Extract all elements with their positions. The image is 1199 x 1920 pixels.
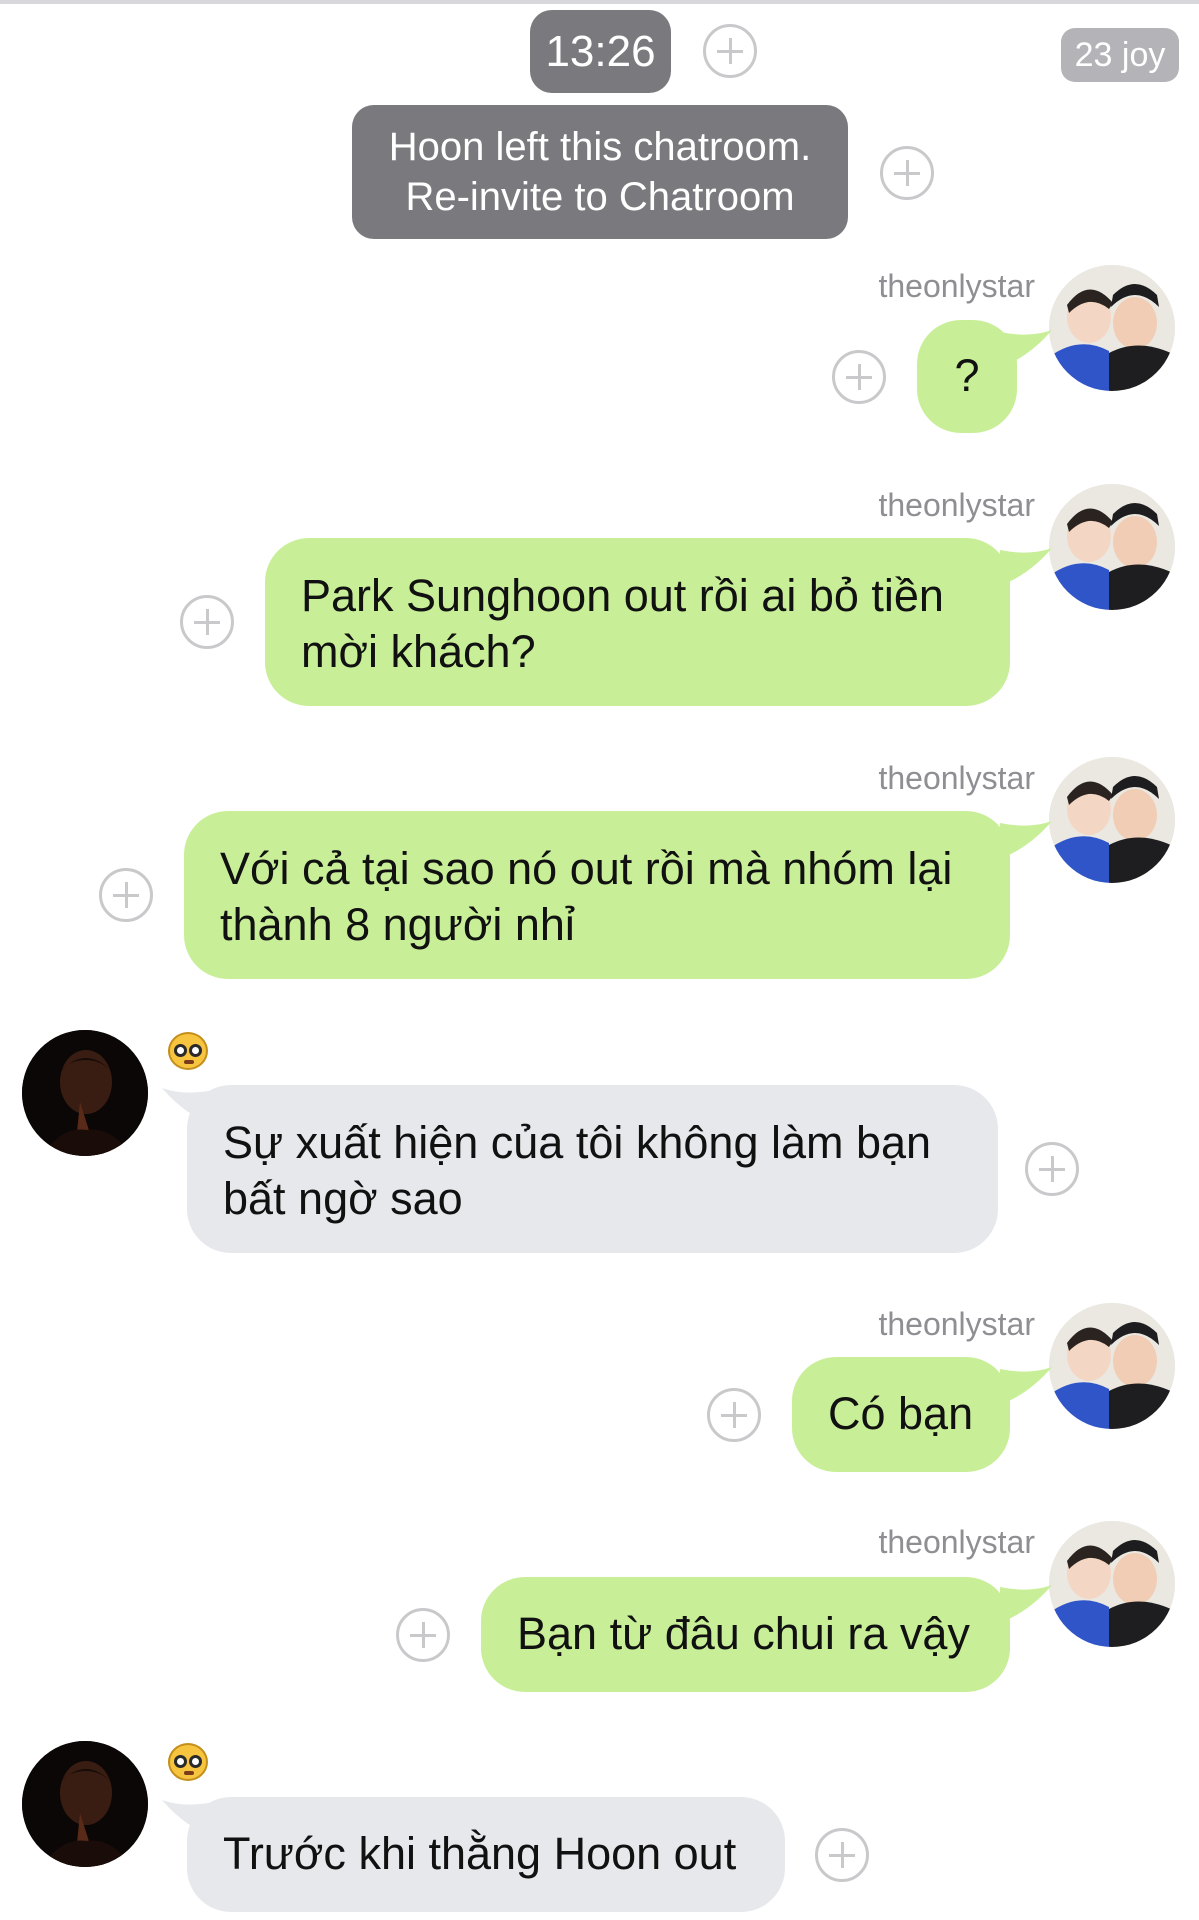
system-message[interactable]: Hoon left this chatroom. Re-invite to Ch…	[352, 105, 848, 239]
nerd-face-emoji-icon	[168, 1032, 208, 1070]
plus-circle-icon[interactable]	[707, 1388, 761, 1442]
sender-name: theonlystar	[878, 487, 1035, 523]
message-bubble[interactable]: Có bạn	[792, 1357, 1010, 1472]
system-message-line1: Hoon left this chatroom.	[388, 125, 812, 169]
time-pill: 13:26	[530, 10, 671, 93]
message-bubble[interactable]: Với cả tại sao nó out rồi mà nhóm lại th…	[184, 811, 1010, 979]
plus-circle-icon[interactable]	[396, 1608, 450, 1662]
plus-circle-icon[interactable]	[832, 350, 886, 404]
plus-circle-icon[interactable]	[1025, 1142, 1079, 1196]
avatar[interactable]	[1049, 265, 1175, 391]
avatar[interactable]	[1049, 1521, 1175, 1647]
avatar[interactable]	[22, 1030, 148, 1156]
sender-name: theonlystar	[878, 268, 1035, 304]
message-bubble[interactable]: Trước khi thằng Hoon out	[187, 1797, 785, 1912]
plus-circle-icon[interactable]	[880, 146, 934, 200]
nerd-face-emoji-icon	[168, 1743, 208, 1781]
top-divider	[0, 0, 1199, 4]
message-bubble[interactable]: Bạn từ đâu chui ra vậy	[481, 1577, 1010, 1692]
message-bubble[interactable]: Park Sunghoon out rồi ai bỏ tiền mời khá…	[265, 538, 1010, 706]
sender-name: theonlystar	[878, 1524, 1035, 1560]
plus-circle-icon[interactable]	[99, 868, 153, 922]
avatar[interactable]	[1049, 484, 1175, 610]
sender-name: theonlystar	[878, 760, 1035, 796]
plus-circle-icon[interactable]	[815, 1828, 869, 1882]
message-bubble[interactable]: Sự xuất hiện của tôi không làm bạn bất n…	[187, 1085, 998, 1253]
sender-name: theonlystar	[878, 1306, 1035, 1342]
avatar[interactable]	[22, 1741, 148, 1867]
member-count-badge[interactable]: 23 joy	[1061, 28, 1179, 82]
avatar[interactable]	[1049, 1303, 1175, 1429]
plus-circle-icon[interactable]	[703, 24, 757, 78]
message-bubble[interactable]: ?	[917, 320, 1017, 433]
avatar[interactable]	[1049, 757, 1175, 883]
reinvite-link[interactable]: Re-invite to Chatroom	[352, 172, 848, 222]
plus-circle-icon[interactable]	[180, 595, 234, 649]
